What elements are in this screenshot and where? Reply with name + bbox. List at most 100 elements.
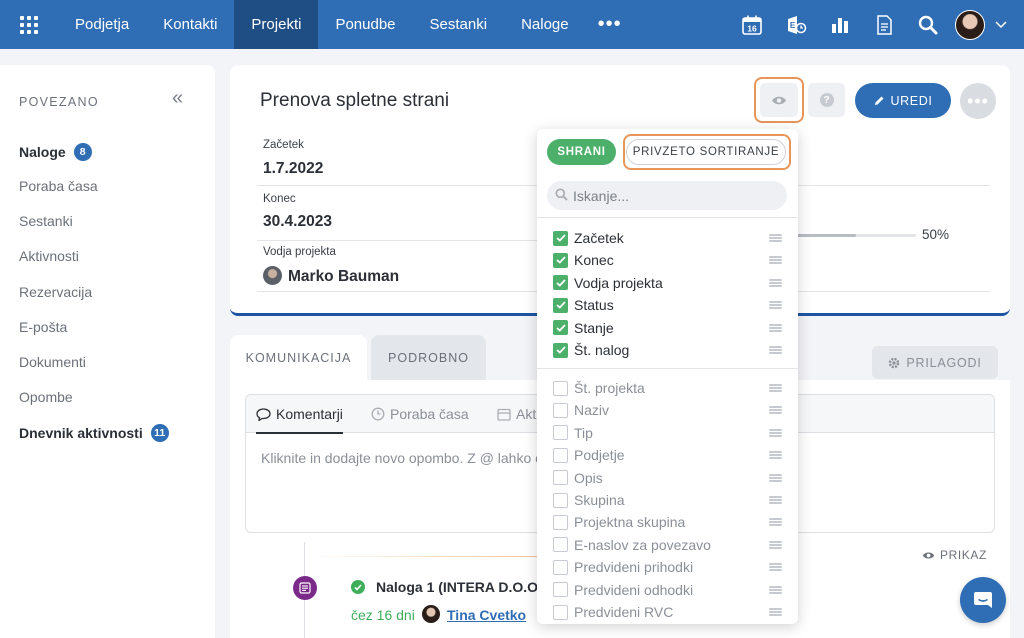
reports-icon[interactable]	[818, 0, 862, 49]
search-input[interactable]	[547, 181, 787, 210]
tab-komentarji[interactable]: Komentarji	[256, 406, 343, 422]
column-option-podjetje[interactable]: Podjetje	[537, 444, 798, 466]
tab-poraba-casa[interactable]: Poraba časa	[371, 406, 469, 422]
sidebar-item-naloge[interactable]: Naloge 8	[19, 143, 92, 161]
tab-aktivnosti[interactable]: Akt	[497, 406, 536, 422]
sidebar-item-opombe[interactable]: Opombe	[19, 389, 73, 405]
column-option-label: Predvideni odhodki	[574, 581, 694, 598]
column-option-predvideni-odhodki[interactable]: Predvideni odhodki	[537, 579, 798, 601]
apps-grid-icon[interactable]	[0, 0, 58, 49]
checkbox-unchecked[interactable]	[553, 514, 568, 530]
drag-handle-icon[interactable]	[769, 256, 782, 265]
drag-handle-icon[interactable]	[769, 473, 782, 482]
calendar-icon[interactable]: 16	[730, 0, 774, 49]
column-option-projektna-skupina[interactable]: Projektna skupina	[537, 511, 798, 533]
drag-handle-icon[interactable]	[769, 540, 782, 549]
user-avatar[interactable]	[950, 0, 990, 49]
drag-handle-icon[interactable]	[769, 428, 782, 437]
chevron-down-icon[interactable]	[990, 0, 1012, 49]
nav-projekti[interactable]: Projekti	[234, 0, 319, 49]
drag-handle-icon[interactable]	[769, 278, 782, 287]
checkbox-unchecked[interactable]	[553, 380, 568, 396]
column-option-st-projekta[interactable]: Št. projekta	[537, 377, 798, 399]
drag-handle-icon[interactable]	[769, 384, 782, 392]
customize-button[interactable]: PRILAGODI	[872, 346, 998, 379]
drag-handle-icon[interactable]	[769, 496, 782, 504]
manager-value[interactable]: Marko Bauman	[288, 268, 399, 286]
column-option-skupina[interactable]: Skupina	[537, 489, 798, 511]
nav-ponudbe[interactable]: Ponudbe	[318, 0, 412, 49]
checkbox-unchecked[interactable]	[553, 402, 568, 418]
drag-handle-icon[interactable]	[769, 563, 782, 572]
nav-naloge[interactable]: Naloge	[504, 0, 586, 49]
exchange-icon[interactable]: E	[774, 0, 818, 49]
sidebar-item-dnevnik-aktivnosti[interactable]: Dnevnik aktivnosti 11	[19, 424, 169, 442]
collapse-sidebar-icon[interactable]: «	[172, 87, 183, 110]
column-option-st-nalog[interactable]: Št. nalog	[537, 339, 798, 361]
chat-button[interactable]	[960, 577, 1006, 623]
checkbox-checked[interactable]	[553, 275, 568, 291]
column-option-vodja-projekta[interactable]: Vodja projekta	[537, 272, 798, 294]
drag-handle-icon[interactable]	[769, 451, 782, 460]
edit-button[interactable]: UREDI	[855, 83, 951, 118]
tab-komunikacija[interactable]: KOMUNIKACIJA	[230, 335, 367, 381]
view-button[interactable]: PRIKAZ	[922, 548, 987, 562]
column-option-predvideni-prihodki[interactable]: Predvideni prihodki	[537, 556, 798, 578]
drag-handle-icon[interactable]	[769, 301, 782, 310]
column-option-tip[interactable]: Tip	[537, 422, 798, 444]
column-option-opis[interactable]: Opis	[537, 467, 798, 489]
checkbox-unchecked[interactable]	[553, 582, 568, 598]
drag-handle-icon[interactable]	[769, 234, 782, 242]
drag-handle-icon[interactable]	[769, 323, 782, 332]
help-button[interactable]: ?	[808, 83, 845, 117]
default-sort-button[interactable]: PRIVZETO SORTIRANJE	[626, 139, 786, 165]
column-option-konec[interactable]: Konec	[537, 249, 798, 271]
save-button[interactable]: SHRANI	[547, 139, 616, 165]
sidebar-item-rezervacija[interactable]: Rezervacija	[19, 284, 92, 300]
nav-more-icon[interactable]: •••	[586, 0, 634, 49]
column-option-e-naslov-za-povezavo[interactable]: E-naslov za povezavo	[537, 534, 798, 556]
checkbox-unchecked[interactable]	[553, 559, 568, 575]
checkbox-unchecked[interactable]	[553, 447, 568, 463]
column-option-predvideni-rvc[interactable]: Predvideni RVC	[537, 601, 798, 623]
column-option-label: Naziv	[574, 402, 610, 419]
drag-handle-icon[interactable]	[769, 585, 782, 594]
column-option-label: Projektna skupina	[574, 514, 686, 531]
divider	[537, 368, 798, 369]
checkbox-unchecked[interactable]	[553, 604, 568, 620]
column-visibility-button[interactable]	[760, 83, 798, 117]
checkbox-checked[interactable]	[553, 320, 568, 336]
checkbox-checked[interactable]	[553, 252, 568, 268]
checkbox-checked[interactable]	[553, 230, 568, 246]
comment-input[interactable]: Kliknite in dodajte novo opombo. Z @ lah…	[261, 450, 543, 466]
sidebar-item-aktivnosti[interactable]: Aktivnosti	[19, 248, 79, 264]
drag-handle-icon[interactable]	[769, 406, 782, 415]
sidebar-item-dokumenti[interactable]: Dokumenti	[19, 354, 86, 370]
completed-check-icon[interactable]	[351, 580, 365, 594]
document-icon[interactable]	[862, 0, 906, 49]
checkbox-unchecked[interactable]	[553, 470, 568, 486]
column-option-zacetek[interactable]: Začetek	[537, 227, 798, 249]
sidebar-item-sestanki[interactable]: Sestanki	[19, 213, 73, 229]
task-title[interactable]: Naloga 1 (INTERA D.O.O.)	[376, 579, 547, 595]
checkbox-unchecked[interactable]	[553, 492, 568, 508]
column-option-stanje[interactable]: Stanje	[537, 317, 798, 339]
checkbox-checked[interactable]	[553, 342, 568, 358]
checkbox-unchecked[interactable]	[553, 425, 568, 441]
more-options-button[interactable]: •••	[960, 83, 996, 119]
nav-kontakti[interactable]: Kontakti	[146, 0, 234, 49]
tab-podrobno[interactable]: PODROBNO	[371, 335, 486, 381]
drag-handle-icon[interactable]	[769, 608, 782, 616]
drag-handle-icon[interactable]	[769, 518, 782, 527]
checkbox-unchecked[interactable]	[553, 537, 568, 553]
assignee-link[interactable]: Tina Cvetko	[447, 607, 526, 623]
nav-sestanki[interactable]: Sestanki	[413, 0, 505, 49]
checkbox-checked[interactable]	[553, 297, 568, 313]
sidebar-item-e-posta[interactable]: E-pošta	[19, 319, 67, 335]
drag-handle-icon[interactable]	[769, 346, 782, 354]
column-option-naziv[interactable]: Naziv	[537, 399, 798, 421]
column-option-status[interactable]: Status	[537, 294, 798, 316]
sidebar-item-poraba-casa[interactable]: Poraba časa	[19, 178, 98, 194]
nav-podjetja[interactable]: Podjetja	[58, 0, 146, 49]
search-icon[interactable]	[906, 0, 950, 49]
